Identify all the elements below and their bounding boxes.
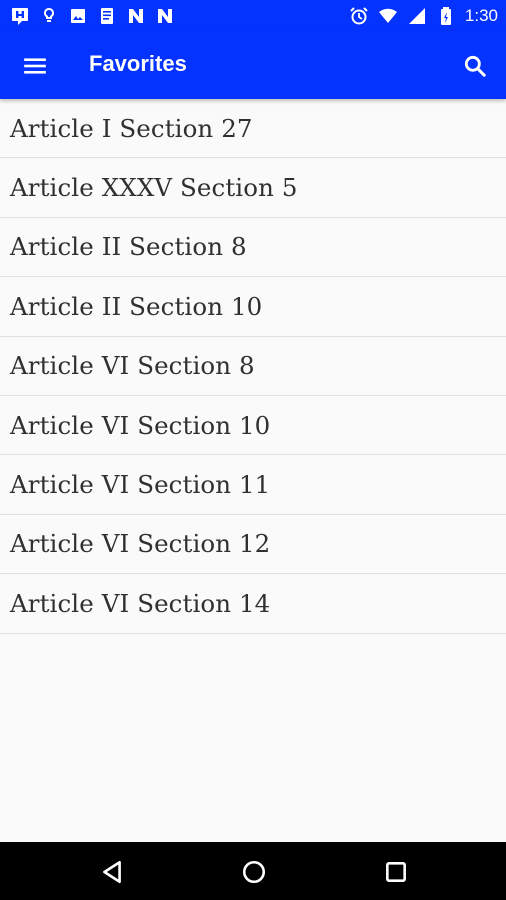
navigation-bar — [0, 842, 506, 900]
list-item-label: Article VI Section 10 — [10, 410, 271, 440]
image-icon — [68, 6, 88, 26]
back-icon[interactable] — [97, 857, 127, 887]
list-item-label: Article VI Section 8 — [10, 351, 255, 381]
list-item-label: Article XXXV Section 5 — [10, 173, 298, 203]
list-item-label: Article VI Section 11 — [10, 470, 271, 500]
lightbulb-icon — [39, 6, 59, 26]
list-item-label: Article VI Section 14 — [10, 588, 271, 618]
n-app-icon — [155, 6, 175, 26]
list-item[interactable]: Article VI Section 11 — [0, 455, 506, 515]
status-time: 1:30 — [464, 5, 498, 25]
hamburger-menu-icon[interactable] — [18, 49, 52, 83]
list-item[interactable]: Article XXXV Section 5 — [0, 158, 506, 218]
list-item-label: Article II Section 10 — [10, 291, 263, 321]
list-item[interactable]: Article VI Section 10 — [0, 396, 506, 456]
wifi-icon — [378, 6, 398, 26]
battery-icon — [436, 6, 456, 26]
document-icon — [97, 6, 117, 26]
alarm-icon — [349, 6, 369, 26]
page-title: Favorites — [89, 51, 187, 76]
list-item-label: Article II Section 8 — [10, 232, 247, 262]
search-icon[interactable] — [458, 49, 492, 83]
status-bar-notifications — [10, 6, 175, 26]
signal-icon — [407, 6, 427, 26]
recents-icon[interactable] — [381, 857, 411, 887]
hangouts-icon — [10, 6, 30, 26]
status-bar-system: 1:30 — [349, 6, 498, 26]
list-item-label: Article VI Section 12 — [10, 529, 271, 559]
list-item[interactable]: Article II Section 10 — [0, 277, 506, 337]
n-app-icon — [126, 6, 146, 26]
app-bar: Favorites — [0, 31, 506, 99]
list-item[interactable]: Article VI Section 8 — [0, 337, 506, 396]
home-icon[interactable] — [239, 857, 269, 887]
list-item-label: Article I Section 27 — [10, 113, 253, 143]
list-item[interactable]: Article I Section 27 — [0, 99, 506, 159]
list-item[interactable]: Article VI Section 14 — [0, 574, 506, 634]
status-bar: 1:30 — [0, 0, 506, 31]
favorites-list: Article I Section 27 Article XXXV Sectio… — [0, 99, 506, 634]
list-item[interactable]: Article II Section 8 — [0, 218, 506, 278]
list-item[interactable]: Article VI Section 12 — [0, 515, 506, 575]
